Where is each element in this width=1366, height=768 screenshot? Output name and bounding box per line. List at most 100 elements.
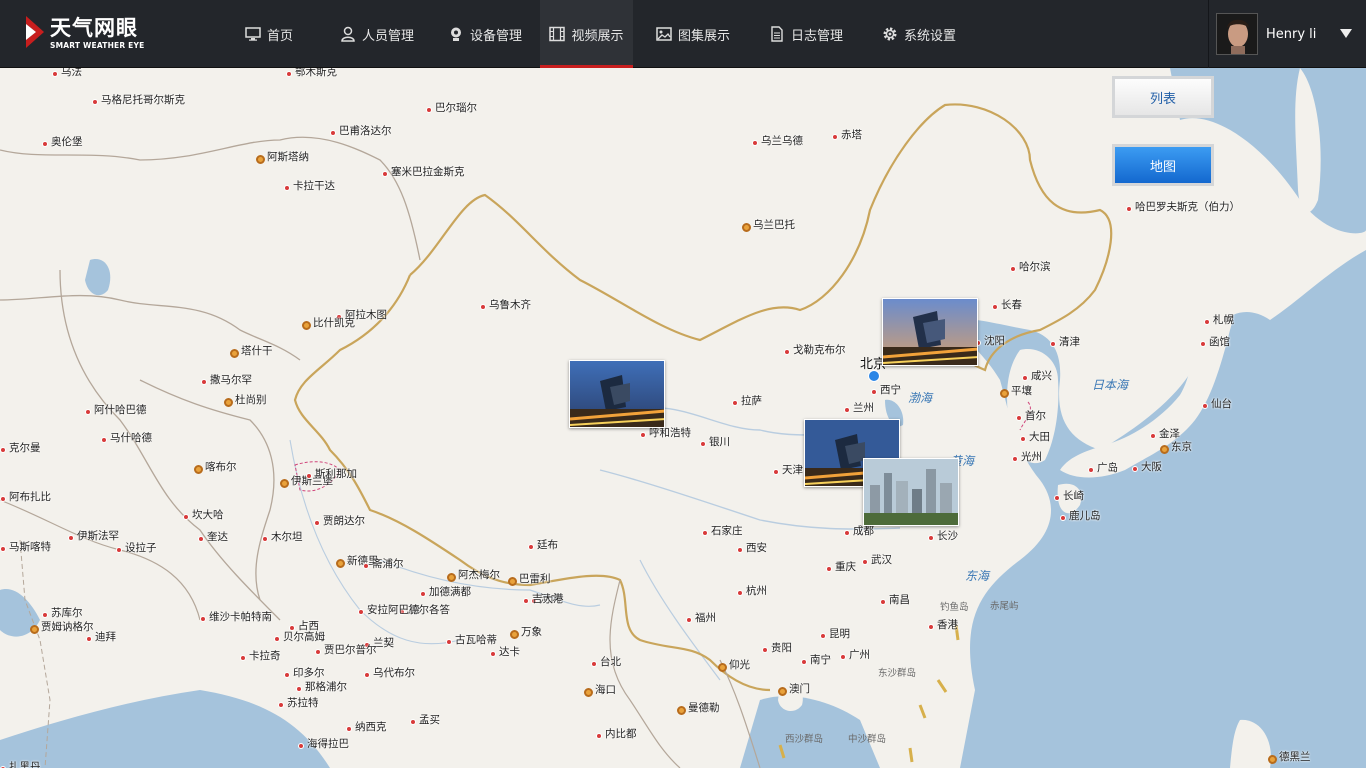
city-label: 贾巴尔普尔 [324,644,377,656]
nav-item-devices[interactable]: 设备管理 [430,0,540,68]
city-label: 贾朗达尔 [323,515,365,527]
nav-label-gallery: 图集展示 [677,28,730,44]
city-label: 纳西克 [355,721,387,733]
city-marker [510,630,519,639]
city-marker [880,599,886,605]
city-label: 克尔曼 [9,442,41,454]
city-marker [773,469,779,475]
city-marker [928,535,934,541]
city-marker [346,726,352,732]
city-label: 设拉子 [125,542,157,554]
city-label: 扎黑丹 [9,761,41,768]
sea-label: 渤海 [908,391,933,405]
city-label: 万象 [521,626,542,638]
city-marker [68,535,74,541]
city-marker [1022,375,1028,381]
city-label: 卡拉奇 [249,650,281,662]
city-label: 巴甫洛达尔 [339,125,392,137]
city-marker [183,514,189,520]
nav-item-gallery[interactable]: 图集展示 [633,0,753,68]
city-marker [1000,389,1009,398]
brand-name-cn: 天气网眼 [50,16,138,40]
city-marker [42,612,48,618]
city-label: 天津 [782,464,803,476]
video-marker[interactable] [882,298,978,366]
city-label: 阿斯塔纳 [267,151,309,163]
city-label: 卡拉干达 [293,180,335,192]
city-marker [284,672,290,678]
city-label: 石家庄 [711,525,743,537]
city-label: 广岛 [1097,462,1118,474]
city-marker [844,530,850,536]
city-marker [820,633,826,639]
city-marker [410,719,416,725]
monitor-icon [245,27,261,41]
city-marker [85,409,91,415]
city-marker [30,625,39,634]
nav-label-settings: 系统设置 [903,28,956,44]
brand-logo[interactable]: 天气网眼 SMART WEATHER EYE [24,14,174,54]
list-view-button[interactable]: 列表 [1112,76,1214,118]
city-marker [224,398,233,407]
city-label: 加德满都 [429,586,471,598]
city-label: 奎达 [207,531,228,543]
nav-item-video[interactable]: 视频展示 [540,0,633,68]
city-marker [314,520,320,526]
city-label: 乌兰乌德 [761,135,803,147]
nav-item-personnel[interactable]: 人员管理 [324,0,430,68]
city-label: 塞米巴拉金斯克 [391,166,465,178]
city-label: 长崎 [1063,490,1084,502]
city-marker [862,559,868,565]
city-label: 伊斯法罕 [77,530,119,542]
city-label: 喀布尔 [205,461,237,473]
city-marker [737,547,743,553]
current-location-marker[interactable] [868,370,880,382]
map-canvas[interactable]: 日本海 渤海 黄海 东海 钓鱼岛 赤尾屿 东沙群岛 西沙群岛 中沙群岛 北京 乌… [0,68,1366,768]
city-label: 印多尔 [293,667,325,679]
city-label: 南宁 [810,654,831,666]
city-label: 塔什干 [241,345,273,357]
city-marker [364,672,370,678]
video-marker[interactable] [863,458,959,526]
nav-item-home[interactable]: 首页 [214,0,324,68]
city-marker [358,609,364,615]
city-label: 拉萨 [741,395,762,407]
city-marker [686,617,692,623]
city-label: 斋浦尔 [372,558,404,570]
nav-item-settings[interactable]: 系统设置 [859,0,979,68]
city-marker [1012,456,1018,462]
city-marker [240,655,246,661]
video-marker[interactable] [569,360,665,428]
city-marker [784,349,790,355]
chevron-down-icon[interactable] [1340,29,1352,38]
island-label: 西沙群岛 [785,734,824,745]
city-marker [752,140,758,146]
city-marker [992,304,998,310]
city-label: 那格浦尔 [305,681,347,693]
city-label: 香港 [937,619,958,631]
city-marker [801,659,807,665]
city-label: 乌兰巴托 [753,219,795,231]
city-marker [1132,466,1138,472]
avatar[interactable] [1216,13,1258,55]
sea-label: 日本海 [1092,378,1129,392]
city-marker [426,107,432,113]
city-marker [1050,341,1056,347]
nav-label-video: 视频展示 [571,28,624,44]
city-label: 孟买 [419,714,440,726]
city-label: 金泽 [1159,428,1180,440]
nav-item-logs[interactable]: 日志管理 [753,0,859,68]
city-label: 大田 [1029,431,1050,443]
map-view-button[interactable]: 地图 [1112,144,1214,186]
city-label: 内比都 [605,728,637,740]
logo-mark-icon [26,16,44,48]
app-root: 天气网眼 SMART WEATHER EYE 首页 人员管理 设备管理 视频展示 [0,0,1366,768]
city-label: 仙台 [1211,398,1232,410]
city-label: 苏库尔 [51,607,83,619]
city-marker [1126,206,1132,212]
user-menu[interactable]: Henry li [1208,0,1366,68]
city-marker [256,155,265,164]
city-marker [640,432,646,438]
city-marker [778,687,787,696]
city-marker [262,536,268,542]
